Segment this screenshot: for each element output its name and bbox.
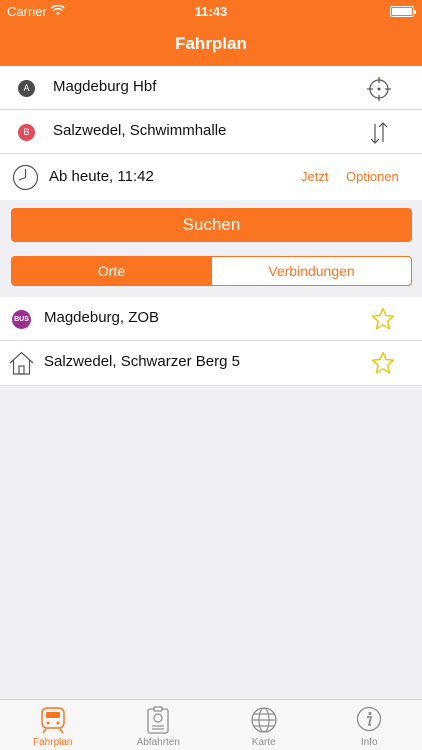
tab-label: Karte xyxy=(251,737,276,748)
clock-icon xyxy=(12,164,39,191)
page-title: Fahrplan xyxy=(175,34,247,53)
favorites-list: BUS Magdeburg, ZOB Salzwedel, Schwarzer … xyxy=(0,297,422,386)
favorite-label: Salzwedel, Schwarzer Berg 5 xyxy=(44,353,240,370)
route-card: A Magdeburg Hbf B Salzwedel, Schwimmhall… xyxy=(0,66,422,200)
from-value: Magdeburg Hbf xyxy=(53,78,157,95)
battery-icon xyxy=(390,6,416,17)
tab-abfahrten[interactable]: Abfahrten xyxy=(106,700,212,750)
info-icon xyxy=(357,706,382,732)
tab-places[interactable]: Orte xyxy=(12,257,211,285)
tab-label: Fahrplan xyxy=(33,737,73,748)
now-button[interactable]: Jetzt xyxy=(301,169,328,184)
train-icon xyxy=(41,707,65,734)
tab-bar: Fahrplan Abfahrten Karte Info xyxy=(0,699,422,750)
to-value: Salzwedel, Schwimmhalle xyxy=(53,122,227,139)
bus-stop-icon: BUS xyxy=(12,310,31,329)
tab-label: Info xyxy=(360,737,378,748)
from-field[interactable]: A Magdeburg Hbf xyxy=(0,66,422,110)
status-bar: Carrier 11:43 xyxy=(0,4,422,20)
segmented-control: Orte Verbindungen xyxy=(11,256,412,286)
status-time: 11:43 xyxy=(194,4,228,19)
star-icon[interactable] xyxy=(371,307,395,331)
locate-crosshair-icon[interactable] xyxy=(366,76,392,102)
tab-fahrplan[interactable]: Fahrplan xyxy=(0,700,106,750)
home-icon xyxy=(9,351,34,375)
globe-icon xyxy=(251,707,277,733)
tab-karte[interactable]: Karte xyxy=(211,700,317,750)
origin-badge: A xyxy=(18,80,35,97)
tab-connections[interactable]: Verbindungen xyxy=(211,257,411,285)
star-icon[interactable] xyxy=(371,351,395,375)
clipboard-clock-icon xyxy=(147,706,169,734)
tab-info[interactable]: Info xyxy=(317,700,422,750)
list-item[interactable]: BUS Magdeburg, ZOB xyxy=(0,297,422,341)
search-button[interactable]: Suchen xyxy=(11,208,412,242)
datetime-row[interactable]: Ab heute, 11:42 Jetzt Optionen xyxy=(0,154,422,200)
options-button[interactable]: Optionen xyxy=(346,169,399,184)
favorite-label: Magdeburg, ZOB xyxy=(44,309,160,326)
destination-badge: B xyxy=(18,124,35,141)
tab-label: Abfahrten xyxy=(136,737,180,748)
swap-arrows-icon[interactable] xyxy=(366,120,392,146)
to-field[interactable]: B Salzwedel, Schwimmhalle xyxy=(0,110,422,154)
list-item[interactable]: Salzwedel, Schwarzer Berg 5 xyxy=(0,341,422,386)
datetime-value: Ab heute, 11:42 xyxy=(49,168,154,185)
navigation-bar: Carrier 11:43 Fahrplan xyxy=(0,0,422,66)
